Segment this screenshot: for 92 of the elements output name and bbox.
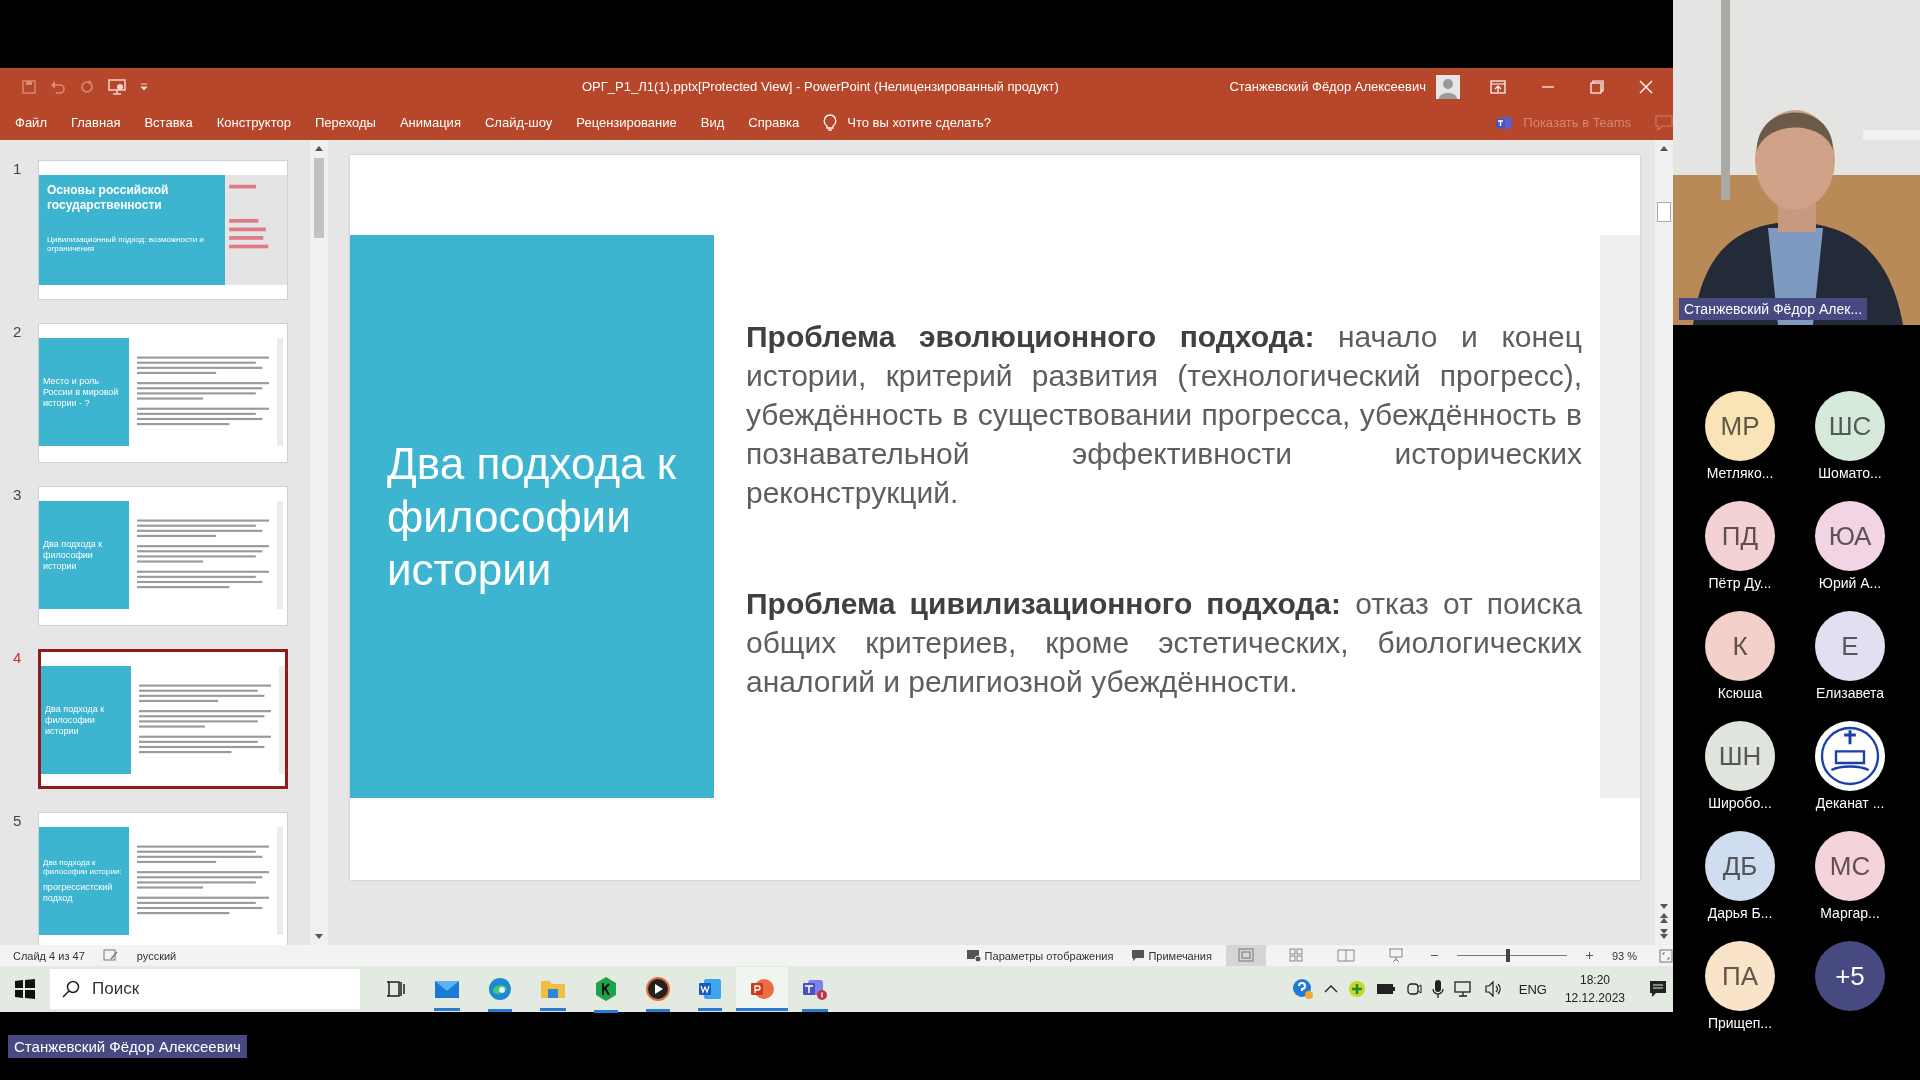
- menu-tab[interactable]: Справка: [748, 115, 800, 130]
- participant-name: Пётр Ду...: [1708, 575, 1772, 591]
- thumbnail-subtitle: Цивилизационный подход: возможности и ограничения: [47, 235, 205, 253]
- participant-name: Елизавета: [1815, 685, 1885, 701]
- slide-number: 1: [12, 160, 23, 177]
- menu-tab[interactable]: Анимация: [399, 115, 461, 130]
- user-name: Станжевский Фёдор Алексеевич: [1229, 79, 1426, 94]
- avatar: Е: [1815, 611, 1885, 681]
- slide-title: Два подхода к философии истории: [387, 438, 677, 596]
- menu-tab[interactable]: Вставка: [144, 115, 193, 130]
- presenter-name-label: Станжевский Фёдор Алексеевич: [8, 1034, 247, 1058]
- scroll-up-icon[interactable]: [314, 144, 324, 152]
- participant-name: Широбо...: [1708, 795, 1772, 811]
- thumbnail-title: Место и роль России в мировой истории - ?: [43, 375, 120, 409]
- menu-tab[interactable]: Слайд-шоу: [484, 115, 553, 130]
- zoom-level[interactable]: 93 %: [1611, 949, 1641, 962]
- slide-number: 3: [12, 486, 23, 503]
- participant-name: Шомато...: [1818, 465, 1882, 481]
- window-title: ОРГ_Р1_Л1(1).pptx[Protected View] - PowerPoint (Нелицензированный продукт): [582, 79, 1060, 94]
- participant-name: Маргар...: [1820, 905, 1880, 921]
- avatar: МС: [1815, 831, 1885, 901]
- search-field[interactable]: Поиск: [50, 969, 360, 1009]
- thumbnail-overline: Два подхода к философии истории:: [43, 858, 123, 876]
- menu-tab[interactable]: Главная: [70, 115, 121, 130]
- tell-me-field[interactable]: Что вы хотите сделать?: [847, 115, 991, 130]
- clock[interactable]: 18:20 12.12.2023: [1564, 971, 1625, 1007]
- chevron-up-icon[interactable]: [1323, 984, 1338, 994]
- customize-icon[interactable]: [140, 82, 148, 91]
- battery-icon[interactable]: [1375, 983, 1396, 995]
- comment-icon: [1131, 949, 1146, 962]
- microphone-icon[interactable]: [1431, 979, 1444, 999]
- avatar: ПД: [1705, 501, 1775, 571]
- notes-button[interactable]: Примечания: [1131, 949, 1212, 962]
- display-settings-icon: [965, 948, 982, 963]
- zoom-in-icon[interactable]: [1584, 951, 1594, 960]
- avatar: МР: [1705, 391, 1775, 461]
- menu-tab[interactable]: Переходы: [314, 115, 376, 130]
- previous-next-slide-icon[interactable]: [1659, 911, 1669, 941]
- slide-number: 2: [12, 323, 23, 340]
- presentation-icon[interactable]: [108, 78, 126, 95]
- avatar: ШС: [1815, 391, 1885, 461]
- language-indicator[interactable]: русский: [136, 949, 177, 962]
- menu-tab[interactable]: Вид: [700, 115, 725, 130]
- scroll-up-icon[interactable]: [1659, 144, 1669, 152]
- avatar: ПА: [1705, 941, 1775, 1011]
- fit-to-window-icon[interactable]: [1659, 948, 1673, 963]
- spelling-check-icon[interactable]: [102, 949, 119, 962]
- scroll-thumb[interactable]: [1657, 202, 1671, 222]
- scroll-down-icon[interactable]: [314, 933, 324, 941]
- slide-paragraph: Проблема цивилизационного подхода: отказ от поиска общих критериев, кроме эстетических, биологических аналогий и религиозной убеждённости.: [746, 586, 1582, 700]
- avatar: ЮА: [1815, 501, 1885, 571]
- avatar: ДБ: [1705, 831, 1775, 901]
- scrollbar[interactable]: [1655, 140, 1673, 945]
- input-language[interactable]: ENG: [1518, 981, 1547, 997]
- menu-tab[interactable]: Конструктор: [216, 115, 291, 130]
- thumbnail-title: прогрессистский подход: [43, 882, 114, 904]
- thumbnail-title: Основы российской государственности: [47, 183, 170, 213]
- menu-tab[interactable]: Рецензирование: [576, 115, 677, 130]
- slide-number: 5: [12, 812, 23, 829]
- search-icon: [62, 980, 80, 998]
- avatar: ШН: [1705, 721, 1775, 791]
- help-icon[interactable]: [1291, 978, 1314, 1000]
- slider-thumb[interactable]: [1505, 949, 1510, 962]
- plus-circle-icon[interactable]: [1347, 980, 1366, 998]
- menu-tab[interactable]: Файл: [15, 115, 47, 130]
- slide-paragraph: Проблема эволюционного подхода: начало и конец истории, критерий развития (технологический прогресс), убеждённость в существовании прогресса, убеждённость в познавательной эффективности исторических реконструкций.: [746, 319, 1582, 511]
- display-settings-button[interactable]: Параметры отображения: [965, 948, 1114, 963]
- thumbnail-title: Два подхода к философии истории: [45, 703, 106, 737]
- scrollbar[interactable]: [310, 140, 328, 945]
- participant-name: Юрий А...: [1818, 575, 1882, 591]
- speaker-icon[interactable]: [1483, 980, 1504, 998]
- participant-name: Метляко...: [1706, 465, 1774, 481]
- user-avatar-icon[interactable]: [1436, 74, 1460, 99]
- close-icon[interactable]: [1639, 79, 1653, 94]
- scroll-down-icon[interactable]: [1659, 903, 1669, 911]
- avatar[interactable]: +5: [1815, 941, 1885, 1011]
- participant-name: Дарья Б...: [1707, 905, 1773, 921]
- restore-icon[interactable]: [1590, 79, 1604, 94]
- slide-counter: Слайд 4 из 47: [13, 949, 85, 962]
- windows-start-icon[interactable]: [14, 978, 36, 1000]
- thumbnail-title: Два подхода к философии истории: [43, 538, 104, 572]
- participant-name: Деканат ...: [1815, 795, 1885, 811]
- participant-name-label: Станжевский Фёдор Алек...: [1679, 298, 1868, 320]
- avatar: К: [1705, 611, 1775, 681]
- lightbulb-icon: [823, 113, 838, 132]
- participant-name: Ксюша: [1717, 685, 1763, 701]
- notifications-icon[interactable]: [1648, 979, 1668, 999]
- camera-icon[interactable]: [1405, 980, 1422, 998]
- slide-number: 4: [12, 649, 23, 666]
- scroll-thumb[interactable]: [314, 158, 324, 238]
- participant-name: Прищеп...: [1707, 1015, 1773, 1031]
- ribbon-display-icon[interactable]: [1490, 79, 1506, 94]
